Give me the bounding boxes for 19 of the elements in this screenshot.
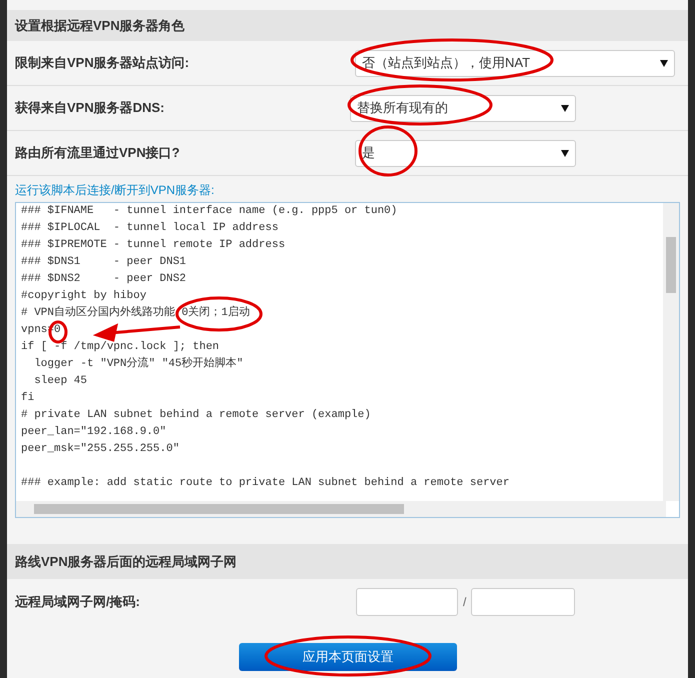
select-dropdown[interactable]: 否（站点到站点），使用NAT xyxy=(355,50,675,76)
mask-input[interactable] xyxy=(471,588,576,616)
script-label: 运行该脚本后连接/断开到VPN服务器: xyxy=(15,183,214,197)
select-dropdown[interactable]: 是 xyxy=(355,140,576,166)
dropdown-arrow-icon xyxy=(660,60,668,66)
select-dropdown[interactable]: 替换所有现有的 xyxy=(350,94,576,122)
separator: / xyxy=(463,594,466,611)
horizontal-scrollbar[interactable] xyxy=(16,501,666,517)
field-label: 获得来自VPN服务器DNS: xyxy=(15,99,166,118)
subnet-input[interactable] xyxy=(356,588,458,616)
section-title: 设置根据远程VPN服务器角色 xyxy=(15,16,185,35)
section-title: 路线VPN服务器后面的远程局域网子网 xyxy=(15,552,237,571)
field-label: 限制来自VPN服务器站点访问: xyxy=(15,54,190,72)
field-label: 路由所有流里通过VPN接口? xyxy=(15,144,181,162)
dropdown-arrow-icon xyxy=(561,104,569,112)
dropdown-arrow-icon xyxy=(561,150,569,156)
field-label: 远程局域网子网/掩码: xyxy=(15,593,141,612)
apply-button[interactable]: 应用本页面设置 xyxy=(239,643,457,671)
vertical-scrollbar[interactable] xyxy=(663,203,679,501)
